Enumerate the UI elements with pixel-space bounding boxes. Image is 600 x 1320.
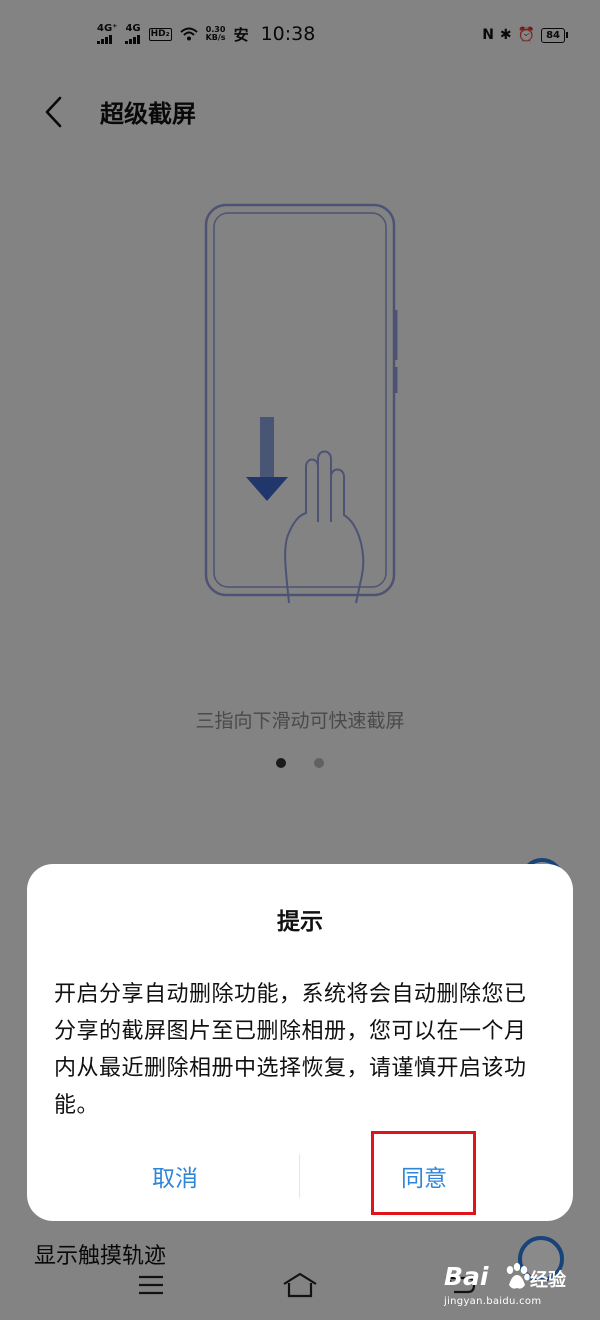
confirm-dialog: 提示 开启分享自动删除功能，系统将会自动删除您已分享的截屏图片至已删除相册，您可… xyxy=(27,864,573,1221)
highlight-box xyxy=(371,1131,476,1215)
watermark-cn: 经验 xyxy=(530,1270,566,1291)
watermark-url: jingyan.baidu.com xyxy=(444,1296,542,1307)
cancel-button[interactable]: 取消 xyxy=(75,1146,275,1206)
baidu-jingyan-watermark: Bai 经验 jingyan.baidu.com xyxy=(444,1258,594,1318)
button-divider xyxy=(299,1154,300,1198)
paw-logo-icon xyxy=(506,1263,530,1289)
dialog-title: 提示 xyxy=(277,909,323,935)
dialog-message: 开启分享自动删除功能，系统将会自动删除您已分享的截屏图片至已删除相册，您可以在一… xyxy=(54,982,527,1118)
watermark-brand: Bai xyxy=(444,1262,489,1291)
